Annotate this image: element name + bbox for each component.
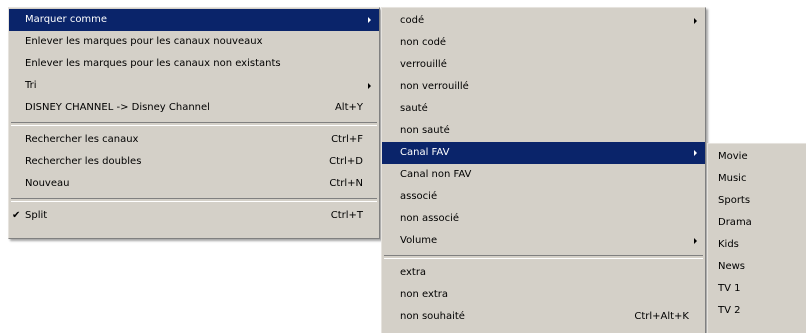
submenu-arrow-icon	[694, 238, 697, 244]
submenu-canal-fav: Movie Music Sports Drama Kids News TV 1 …	[707, 143, 806, 333]
menu-item-tri[interactable]: Tri	[9, 75, 379, 97]
menu-item-non-souhaite[interactable]: non souhaité Ctrl+Alt+K	[382, 306, 705, 328]
menu-item-canal-non-fav[interactable]: Canal non FAV	[382, 164, 705, 186]
menu-item-rechercher-canaux[interactable]: Rechercher les canaux Ctrl+F	[9, 129, 379, 151]
menu-item-label: Marquer comme	[25, 14, 108, 25]
menu-item-label: TV 2	[718, 305, 741, 316]
menu-item-fav-music[interactable]: Music	[708, 168, 806, 190]
submenu-marquer-comme: codé non codé verrouillé non verrouillé …	[381, 7, 706, 333]
menu-item-shortcut: Ctrl+N	[329, 178, 363, 189]
menu-item-label: TV 1	[718, 283, 741, 294]
menu-item-label: extra	[400, 267, 427, 278]
menu-item-enlever-nouveaux[interactable]: Enlever les marques pour les canaux nouv…	[9, 31, 379, 53]
menu-item-label: News	[718, 261, 746, 272]
menu-item-volume[interactable]: Volume	[382, 230, 705, 252]
submenu-arrow-icon	[368, 17, 371, 23]
menu-item-enlever-non-existants[interactable]: Enlever les marques pour les canaux non …	[9, 53, 379, 75]
menu-item-label: Movie	[718, 151, 748, 162]
menu-item-label: Drama	[718, 217, 752, 228]
menu-item-split[interactable]: ✔ Split Ctrl+T	[9, 205, 379, 227]
menu-item-label: Canal FAV	[400, 147, 450, 158]
menu-item-shortcut: Ctrl+F	[331, 134, 363, 145]
menu-item-nouveau[interactable]: Nouveau Ctrl+N	[9, 173, 379, 195]
menu-item-rename-channel[interactable]: DISNEY CHANNEL -> Disney Channel Alt+Y	[9, 97, 379, 119]
menu-item-label: Rechercher les canaux	[25, 134, 139, 145]
menu-item-label: verrouillé	[400, 59, 447, 70]
menu-item-label: codé	[400, 15, 425, 26]
menu-item-label: non souhaité	[400, 311, 465, 322]
menu-item-non-verrouille[interactable]: non verrouillé	[382, 76, 705, 98]
menu-item-fav-kids[interactable]: Kids	[708, 234, 806, 256]
menu-item-label: non codé	[400, 37, 447, 48]
menu-item-rechercher-doubles[interactable]: Rechercher les doubles Ctrl+D	[9, 151, 379, 173]
menu-item-label: non associé	[400, 213, 460, 224]
menu-item-label: Enlever les marques pour les canaux non …	[25, 58, 281, 69]
menu-item-label: Kids	[718, 239, 739, 250]
menu-item-non-saute[interactable]: non sauté	[382, 120, 705, 142]
menu-item-shortcut: Ctrl+D	[329, 156, 363, 167]
menu-item-label: sauté	[400, 103, 428, 114]
menu-item-shortcut: Alt+Y	[334, 102, 363, 113]
menu-item-non-extra[interactable]: non extra	[382, 284, 705, 306]
menu-item-label: Rechercher les doubles	[25, 156, 142, 167]
menu-item-verrouille[interactable]: verrouillé	[382, 54, 705, 76]
menu-item-saute[interactable]: sauté	[382, 98, 705, 120]
menu-item-label: DISNEY CHANNEL -> Disney Channel	[25, 102, 210, 113]
menu-item-label: Tri	[25, 80, 37, 91]
menu-item-shortcut: Ctrl+Alt+K	[634, 311, 689, 322]
context-menu-main: Marquer comme Enlever les marques pour l…	[8, 7, 380, 239]
menu-item-label: Music	[718, 173, 747, 184]
menu-item-code[interactable]: codé	[382, 10, 705, 32]
menu-item-label: Canal non FAV	[400, 169, 472, 180]
menu-item-marquer-comme[interactable]: Marquer comme	[9, 9, 379, 31]
menu-item-fav-tv2[interactable]: TV 2	[708, 300, 806, 322]
menu-separator	[11, 198, 377, 202]
menu-item-fav-movie[interactable]: Movie	[708, 146, 806, 168]
menu-separator	[11, 122, 377, 126]
menu-item-shortcut: Ctrl+T	[330, 210, 363, 221]
menu-item-fav-sports[interactable]: Sports	[708, 190, 806, 212]
submenu-arrow-icon	[694, 18, 697, 24]
submenu-arrow-icon	[694, 150, 697, 156]
menu-item-label: non extra	[400, 289, 449, 300]
menu-item-non-associe[interactable]: non associé	[382, 208, 705, 230]
menu-item-extra[interactable]: extra	[382, 262, 705, 284]
submenu-arrow-icon	[368, 83, 371, 89]
checkmark-icon: ✔	[12, 210, 21, 221]
menu-item-label: Split	[25, 210, 48, 221]
menu-item-fav-tv1[interactable]: TV 1	[708, 278, 806, 300]
menu-separator	[384, 255, 703, 259]
menu-item-fav-news[interactable]: News	[708, 256, 806, 278]
menu-item-label: Sports	[718, 195, 751, 206]
menu-item-label: non sauté	[400, 125, 450, 136]
menu-item-fav-drama[interactable]: Drama	[708, 212, 806, 234]
menu-item-label: associé	[400, 191, 438, 202]
menu-item-associe[interactable]: associé	[382, 186, 705, 208]
menu-item-canal-fav[interactable]: Canal FAV	[382, 142, 705, 164]
menu-item-non-code[interactable]: non codé	[382, 32, 705, 54]
menu-item-label: non verrouillé	[400, 81, 469, 92]
menu-item-label: Enlever les marques pour les canaux nouv…	[25, 36, 263, 47]
menu-item-label: Nouveau	[25, 178, 70, 189]
menu-item-label: Volume	[400, 235, 438, 246]
